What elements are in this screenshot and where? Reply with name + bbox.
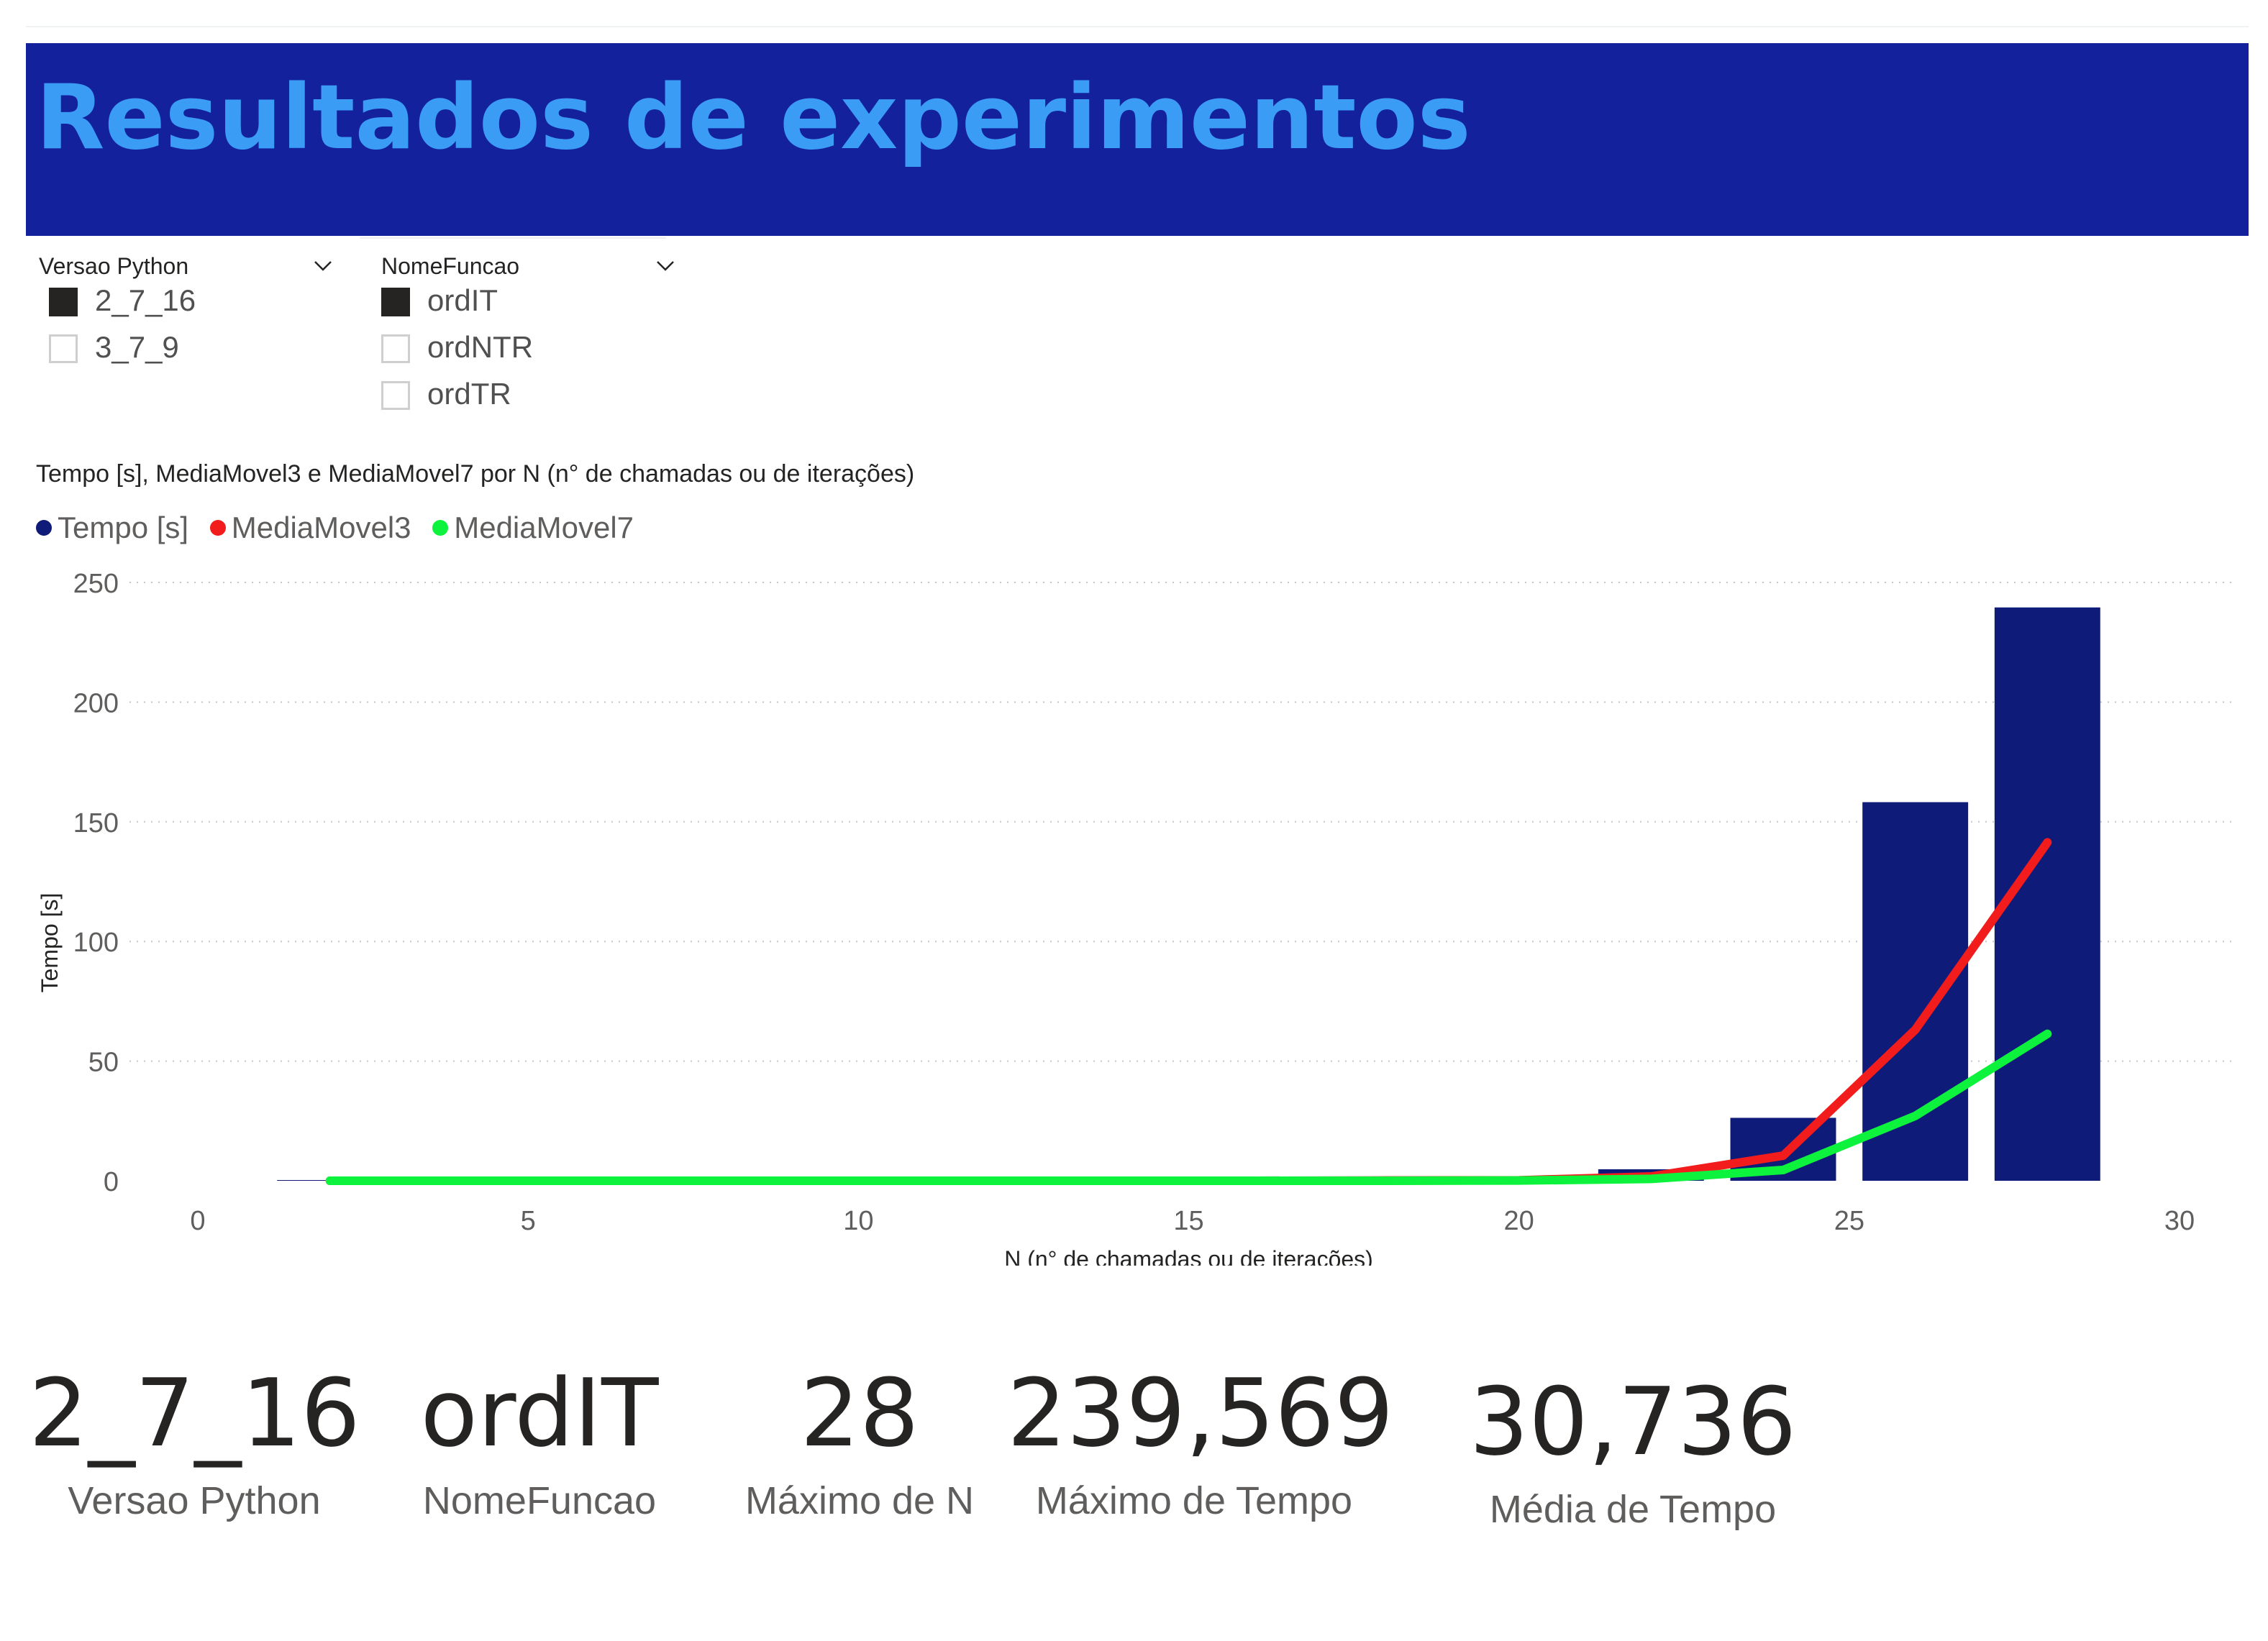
page-title: Resultados de experimentos bbox=[36, 66, 1471, 170]
legend-label: MediaMovel3 bbox=[231, 511, 411, 544]
slicer-nome-funcao: NomeFuncao ordIT ordNTR ordTR bbox=[360, 237, 676, 424]
legend-item-mediamovel3[interactable]: MediaMovel3 bbox=[209, 511, 411, 545]
combo-chart: 0 50 100 150 200 250 0 5 10 15 20 25 30 N (n° de cham… bbox=[37, 569, 2237, 1266]
kpi-card-max-tempo: 239,569 Máximo de Tempo bbox=[1007, 1358, 1394, 1523]
x-tick-label: 5 bbox=[521, 1206, 536, 1236]
x-tick-label: 0 bbox=[190, 1206, 205, 1236]
kpi-label: Máximo de N bbox=[744, 1479, 975, 1522]
slicer-option-ordit[interactable]: ordIT bbox=[381, 280, 683, 321]
kpi-card-versao: 2_7_16 Versao Python bbox=[29, 1366, 360, 1523]
checkbox[interactable] bbox=[49, 288, 78, 316]
kpi-label: Máximo de Tempo bbox=[1035, 1479, 1353, 1522]
y-tick-label: 50 bbox=[88, 1048, 119, 1078]
slicer-header[interactable]: Versao Python bbox=[39, 244, 341, 285]
legend-item-mediamovel7[interactable]: MediaMovel7 bbox=[432, 511, 634, 545]
y-tick-label: 0 bbox=[104, 1167, 119, 1197]
chart-legend: Tempo [s] MediaMovel3 MediaMovel7 bbox=[36, 511, 647, 554]
slicer-header[interactable]: NomeFuncao bbox=[381, 244, 683, 285]
slicer-option-ordtr[interactable]: ordTR bbox=[381, 374, 683, 414]
kpi-value: 2_7_16 bbox=[29, 1358, 360, 1468]
option-label: ordIT bbox=[427, 283, 498, 317]
kpi-value: ordIT bbox=[420, 1358, 659, 1468]
legend-item-tempo[interactable]: Tempo [s] bbox=[36, 511, 188, 545]
kpi-label: NomeFuncao bbox=[422, 1479, 657, 1522]
legend-dot bbox=[36, 519, 52, 536]
checkbox[interactable] bbox=[49, 334, 78, 363]
y-tick-label: 200 bbox=[73, 688, 119, 718]
slicer-option-3-7-9[interactable]: 3_7_9 bbox=[49, 327, 351, 367]
x-tick-label: 15 bbox=[1173, 1206, 1203, 1236]
checkbox[interactable] bbox=[381, 381, 410, 410]
kpi-card-media-tempo: 30,736 Média de Tempo bbox=[1453, 1375, 1813, 1532]
legend-dot bbox=[432, 519, 449, 536]
slicer-option-2-7-16[interactable]: 2_7_16 bbox=[49, 280, 351, 321]
header-banner: Resultados de experimentos bbox=[26, 43, 2249, 236]
y-tick-label: 250 bbox=[73, 569, 119, 599]
x-axis-title: N (n° de chamadas ou de iterações) bbox=[1004, 1246, 1373, 1266]
slicer-versao-python: Versao Python 2_7_16 3_7_9 bbox=[39, 237, 341, 424]
slicer-title: NomeFuncao bbox=[381, 253, 520, 279]
top-divider bbox=[26, 26, 2249, 27]
kpi-value: 239,569 bbox=[1007, 1358, 1394, 1468]
checkbox[interactable] bbox=[381, 334, 410, 363]
y-tick-label: 150 bbox=[73, 808, 119, 838]
y-axis-title: Tempo [s] bbox=[37, 893, 63, 993]
bar bbox=[1862, 802, 1969, 1181]
chevron-down-icon[interactable] bbox=[655, 255, 676, 276]
kpi-value: 30,736 bbox=[1469, 1367, 1797, 1476]
option-label: 3_7_9 bbox=[95, 330, 179, 364]
legend-label: MediaMovel7 bbox=[454, 511, 634, 544]
slicer-title: Versao Python bbox=[39, 253, 189, 279]
y-tick-label: 100 bbox=[73, 928, 119, 958]
x-tick-label: 30 bbox=[2164, 1206, 2195, 1236]
slicer-divider bbox=[360, 237, 666, 239]
kpi-label: Média de Tempo bbox=[1489, 1488, 1777, 1531]
kpi-card-funcao: ordIT NomeFuncao bbox=[388, 1366, 691, 1523]
chart-title: Tempo [s], MediaMovel3 e MediaMovel7 por… bbox=[36, 460, 915, 488]
x-tick-label: 10 bbox=[843, 1206, 873, 1236]
option-label: ordNTR bbox=[427, 330, 534, 364]
kpi-label: Versao Python bbox=[68, 1479, 321, 1522]
legend-label: Tempo [s] bbox=[58, 511, 189, 544]
option-label: ordTR bbox=[427, 377, 511, 411]
option-label: 2_7_16 bbox=[95, 283, 196, 317]
checkbox[interactable] bbox=[381, 288, 410, 316]
slicer-option-ordntr[interactable]: ordNTR bbox=[381, 327, 683, 367]
kpi-value: 28 bbox=[800, 1358, 919, 1468]
chevron-down-icon[interactable] bbox=[312, 255, 334, 276]
x-tick-label: 20 bbox=[1504, 1206, 1534, 1236]
legend-dot bbox=[209, 519, 226, 536]
x-tick-label: 25 bbox=[1834, 1206, 1864, 1236]
kpi-card-max-n: 28 Máximo de N bbox=[719, 1366, 1000, 1523]
